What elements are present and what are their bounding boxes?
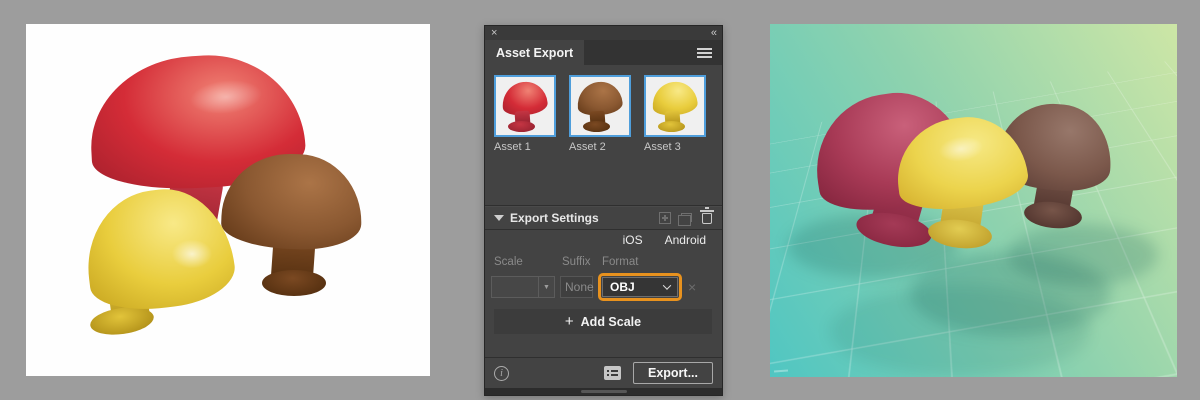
- tab-asset-export-label: Asset Export: [496, 46, 573, 60]
- resize-grip: [581, 390, 627, 393]
- tab-asset-export[interactable]: Asset Export: [485, 40, 584, 65]
- column-headers: Scale Suffix Format: [485, 256, 722, 268]
- add-scale-label: Add Scale: [581, 315, 641, 329]
- format-annotation-highlight: OBJ: [598, 273, 682, 301]
- plus-icon: +: [565, 314, 574, 329]
- panel-footer: i Export...: [485, 357, 722, 388]
- asset-export-panel: × « Asset Export Asset 1: [484, 25, 723, 396]
- column-format-label: Format: [602, 256, 638, 268]
- column-suffix-label: Suffix: [562, 256, 602, 268]
- export-settings-header[interactable]: Export Settings: [485, 206, 722, 229]
- export-settings-list-icon[interactable]: [604, 366, 621, 380]
- add-scale-button[interactable]: + Add Scale: [494, 309, 712, 334]
- chevron-down-icon: [663, 281, 671, 289]
- collapse-panel-icon[interactable]: «: [711, 28, 716, 39]
- panel-resize-strip[interactable]: [485, 388, 722, 395]
- format-dropdown[interactable]: OBJ: [602, 277, 678, 297]
- asset-item-1: Asset 1: [494, 75, 560, 205]
- panel-tabbar: Asset Export: [485, 40, 722, 65]
- export-settings-title: Export Settings: [510, 211, 599, 225]
- panel-spacer: [485, 334, 722, 357]
- column-scale-label: Scale: [494, 256, 562, 268]
- scale-row: ▼ None OBJ ×: [485, 273, 722, 301]
- artboard-canvas: [26, 24, 430, 376]
- hamburger-menu-icon: [697, 48, 712, 50]
- asset-thumbnail-3[interactable]: [644, 75, 706, 137]
- platform-tabs: iOS Android: [485, 229, 722, 250]
- asset-thumbnail-3-mushroom: [646, 77, 704, 135]
- close-icon[interactable]: ×: [491, 28, 497, 39]
- suffix-field[interactable]: None: [560, 276, 593, 298]
- scale-select-value: [491, 276, 538, 298]
- asset-label-1: Asset 1: [494, 141, 560, 153]
- ground-shadow-right: [1008, 224, 1158, 286]
- info-icon[interactable]: i: [494, 366, 509, 381]
- asset-label-2: Asset 2: [569, 141, 635, 153]
- asset-thumbnail-2[interactable]: [569, 75, 631, 137]
- scale-dropdown-arrow-icon[interactable]: ▼: [538, 276, 555, 298]
- export-button[interactable]: Export...: [633, 362, 713, 384]
- panel-menu-button[interactable]: [687, 40, 722, 65]
- duplicate-icon[interactable]: [681, 213, 692, 222]
- export-settings-tools: [659, 211, 712, 224]
- asset-thumbnail-2-mushroom: [571, 77, 629, 135]
- tab-android[interactable]: Android: [665, 233, 706, 247]
- disclosure-triangle-icon: [494, 215, 504, 221]
- screenshot-stage: × « Asset Export Asset 1: [0, 0, 1200, 400]
- scale-select[interactable]: ▼: [491, 276, 555, 298]
- render-3d-viewport: [770, 24, 1177, 377]
- mushroom-yellow-highlight: [164, 234, 220, 274]
- mushroom-brown-ring: [262, 270, 326, 296]
- panel-titlebar: × «: [485, 26, 722, 40]
- tab-ios[interactable]: iOS: [623, 233, 643, 247]
- asset-item-2: Asset 2: [569, 75, 635, 205]
- asset-label-3: Asset 3: [644, 141, 710, 153]
- asset-list: Asset 1 Asset 2 Asset 3: [485, 65, 722, 205]
- add-box-icon[interactable]: [659, 212, 671, 224]
- asset-thumbnail-1[interactable]: [494, 75, 556, 137]
- asset-item-3: Asset 3: [644, 75, 710, 205]
- trash-icon[interactable]: [702, 213, 712, 224]
- asset-thumbnail-1-mushroom: [496, 77, 554, 135]
- remove-scale-icon[interactable]: ×: [688, 280, 696, 294]
- format-dropdown-value: OBJ: [610, 280, 635, 294]
